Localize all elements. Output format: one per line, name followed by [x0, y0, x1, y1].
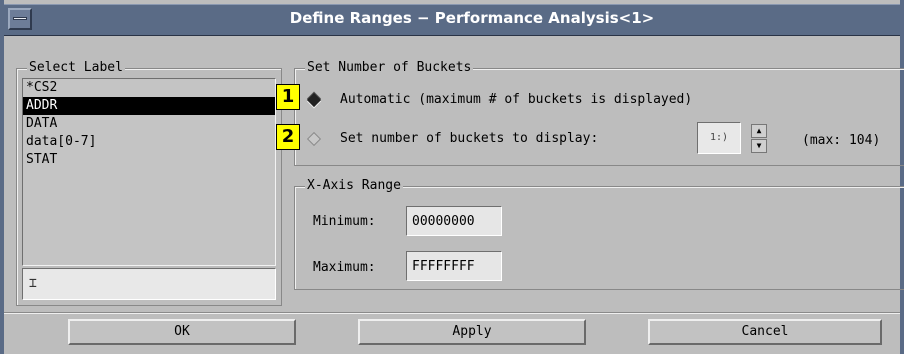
list-item-stat[interactable]: STAT — [23, 151, 275, 169]
annotation-badge-1: 1 — [276, 84, 300, 110]
automatic-option-label[interactable]: Automatic (maximum # of buckets is displ… — [340, 92, 692, 107]
annotation-badge-2: 2 — [276, 124, 300, 150]
list-item-data-0-7[interactable]: data[0-7] — [23, 133, 275, 151]
cancel-button[interactable]: Cancel — [648, 319, 882, 345]
minimum-input[interactable]: 00000000 — [406, 206, 502, 236]
window-left-border — [0, 0, 4, 354]
max-buckets-label: (max: 104) — [802, 133, 881, 148]
text-cursor-icon: ⌶ — [29, 276, 37, 291]
label-listbox[interactable]: *CS2 ADDR DATA data[0-7] STAT — [22, 78, 276, 266]
buckets-legend: Set Number of Buckets — [305, 60, 474, 75]
spin-up-icon[interactable]: ▲ — [751, 124, 767, 138]
label-text-input[interactable]: ⌶ — [22, 268, 276, 300]
apply-button[interactable]: Apply — [358, 319, 586, 345]
set-buckets-option-label[interactable]: Set number of buckets to display: — [340, 131, 598, 146]
x-axis-legend: X-Axis Range — [305, 178, 403, 193]
maximum-label: Maximum: — [313, 260, 376, 275]
buckets-group: Set Number of Buckets — [294, 60, 904, 166]
spin-down-icon[interactable]: ▼ — [751, 139, 767, 153]
list-item-data[interactable]: DATA — [23, 115, 275, 133]
list-item-addr[interactable]: ADDR — [23, 97, 275, 115]
window-title: Define Ranges − Performance Analysis<1> — [289, 9, 655, 27]
select-label-legend: Select Label — [27, 60, 125, 75]
ok-button[interactable]: OK — [68, 319, 296, 345]
maximum-input[interactable]: FFFFFFFF — [406, 251, 502, 281]
x-axis-range-group: X-Axis Range — [294, 178, 904, 290]
list-item-cs2[interactable]: *CS2 — [23, 79, 275, 97]
bucket-count-field[interactable]: 1:) — [697, 122, 741, 154]
window-right-border — [900, 0, 904, 354]
define-ranges-window: Define Ranges − Performance Analysis<1> … — [0, 0, 904, 354]
title-bar[interactable]: Define Ranges − Performance Analysis<1> — [4, 4, 900, 36]
minimum-label: Minimum: — [313, 214, 376, 229]
